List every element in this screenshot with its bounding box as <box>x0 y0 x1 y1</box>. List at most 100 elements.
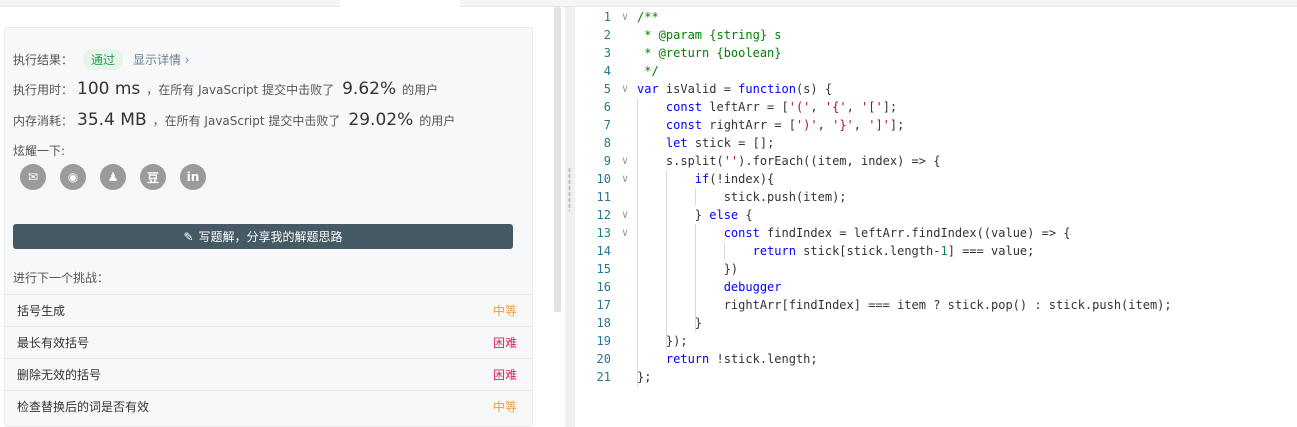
result-label: 执行结果： <box>13 53 74 67</box>
code-line[interactable]: 14 return stick[stick.length-1] === valu… <box>575 242 1297 260</box>
line-number: 3 <box>603 46 611 60</box>
weibo-icon[interactable]: ◉ <box>60 164 86 190</box>
write-solution-button[interactable]: ✎ 写题解，分享我的解题思路 <box>13 224 513 249</box>
code-text: const findIndex = leftArr.findIndex((val… <box>723 226 1071 240</box>
runtime-beat-text: ，在所有 JavaScript 提交中击败了 <box>146 83 335 97</box>
challenge-title: 最长有效括号 <box>17 336 90 350</box>
list-item[interactable]: 删除无效的括号 困难 <box>4 358 533 390</box>
line-number: 1 <box>603 10 611 24</box>
line-number: 21 <box>596 370 611 384</box>
fold-chevron-icon[interactable]: ∨ <box>619 206 631 224</box>
memory-row: 内存消耗： 35.4 MB ，在所有 JavaScript 提交中击败了 29.… <box>13 110 455 130</box>
code-line[interactable]: 7 const rightArr = [')', '}', ']']; <box>575 116 1297 134</box>
code-line[interactable]: 15 }) <box>575 260 1297 278</box>
code-text: rightArr[findIndex] === item ? stick.pop… <box>637 298 1172 312</box>
qq-icon[interactable]: ♟ <box>100 164 126 190</box>
difficulty-badge: 困难 <box>492 368 517 382</box>
code-line[interactable]: 16 debugger <box>575 278 1297 296</box>
challenge-title: 括号生成 <box>17 304 66 318</box>
code-text: var isValid = function(s) { <box>637 82 833 96</box>
memory-value: 35.4 MB <box>77 110 147 130</box>
submission-result-panel: 执行结果： 通过 显示详情 › 执行用时： 100 ms ，在所有 JavaSc… <box>0 7 565 427</box>
code-text: const rightArr = [')', '}', ']']; <box>665 118 905 132</box>
runtime-value: 100 ms <box>77 79 141 99</box>
code-line[interactable]: 6 const leftArr = ['(', '{', '[']; <box>575 98 1297 116</box>
code-line[interactable]: 5 ∨ var isValid = function(s) { <box>575 80 1297 98</box>
code-text: * @return {boolean} <box>637 46 782 60</box>
code-line[interactable]: 18 } <box>575 314 1297 332</box>
list-item[interactable]: 括号生成 中等 <box>4 294 533 326</box>
wechat-icon[interactable]: ✉ <box>20 164 46 190</box>
fold-chevron-icon[interactable]: ∨ <box>619 8 631 26</box>
line-number: 5 <box>603 82 611 96</box>
code-line[interactable]: 20 return !stick.length; <box>575 350 1297 368</box>
code-text: } else { <box>637 208 753 222</box>
line-number: 14 <box>596 244 611 258</box>
code-line[interactable]: 17 rightArr[findIndex] === item ? stick.… <box>575 296 1297 314</box>
code-text: } <box>637 316 703 330</box>
line-number: 19 <box>596 334 611 348</box>
memory-label: 内存消耗： <box>13 114 74 128</box>
code-line[interactable]: 9 ∨ s.split('').forEach((item, index) => … <box>575 152 1297 170</box>
runtime-percent: 9.62% <box>342 79 397 99</box>
result-row: 执行结果： 通过 显示详情 › <box>13 49 190 70</box>
line-number: 17 <box>596 298 611 312</box>
code-text: * @param {string} s <box>637 28 782 42</box>
next-challenge-header: 进行下一个挑战： <box>13 271 110 285</box>
code-text: }; <box>637 370 652 384</box>
line-number: 12 <box>596 208 611 222</box>
difficulty-badge: 困难 <box>492 336 517 350</box>
code-line[interactable]: 11 stick.push(item); <box>575 188 1297 206</box>
code-line[interactable]: 10 ∨ if(!index){ <box>575 170 1297 188</box>
code-line[interactable]: 21}; <box>575 368 1297 386</box>
status-badge: 通过 <box>83 49 124 70</box>
code-text: s.split('').forEach((item, index) => { <box>637 154 941 168</box>
code-line[interactable]: 1 ∨ /** <box>575 8 1297 26</box>
code-text: if(!index){ <box>694 172 775 186</box>
code-line[interactable]: 13 ∨ const findIndex = leftArr.findIndex(… <box>575 224 1297 242</box>
list-item[interactable]: 检查替换后的词是否有效 中等 <box>4 390 533 422</box>
challenge-title: 检查替换后的词是否有效 <box>17 400 150 414</box>
fold-chevron-icon[interactable]: ∨ <box>619 224 631 242</box>
pencil-icon: ✎ <box>183 229 194 244</box>
code-editor[interactable]: 1 ∨/** 2 * @param {string} s3 * @return {b… <box>575 7 1297 427</box>
line-number: 2 <box>603 28 611 42</box>
fold-chevron-icon[interactable]: ∨ <box>619 152 631 170</box>
code-text: const leftArr = ['(', '{', '[']; <box>665 100 898 114</box>
code-line[interactable]: 3 * @return {boolean} <box>575 44 1297 62</box>
douban-icon[interactable]: 豆 <box>140 164 166 190</box>
active-tab[interactable] <box>340 0 460 7</box>
code-text: */ <box>637 64 659 78</box>
code-text: }); <box>637 334 688 348</box>
difficulty-badge: 中等 <box>492 400 517 414</box>
share-label: 炫耀一下: <box>13 144 66 158</box>
code-line[interactable]: 19 }); <box>575 332 1297 350</box>
code-text: stick.push(item); <box>637 190 847 204</box>
memory-beat-text: ，在所有 JavaScript 提交中击败了 <box>152 114 341 128</box>
code-line[interactable]: 2 * @param {string} s <box>575 26 1297 44</box>
code-line[interactable]: 8 let stick = []; <box>575 134 1297 152</box>
drag-handle-icon[interactable] <box>568 167 571 211</box>
fold-chevron-icon[interactable]: ∨ <box>619 80 631 98</box>
line-number: 20 <box>596 352 611 366</box>
line-number: 6 <box>603 100 611 114</box>
code-text: return stick[stick.length-1] === value; <box>752 244 1035 258</box>
line-number: 9 <box>603 154 611 168</box>
code-line[interactable]: 4 */ <box>575 62 1297 80</box>
line-number: 10 <box>596 172 611 186</box>
show-details-link[interactable]: 显示详情 › <box>133 51 190 68</box>
line-number: 13 <box>596 226 611 240</box>
difficulty-badge: 中等 <box>492 304 517 318</box>
fold-chevron-icon[interactable]: ∨ <box>619 170 631 188</box>
linkedin-icon[interactable]: in <box>180 164 206 190</box>
memory-percent: 29.02% <box>348 110 414 130</box>
memory-suffix: 的用户 <box>419 114 456 128</box>
left-scrollbar[interactable] <box>554 7 561 312</box>
runtime-suffix: 的用户 <box>402 83 439 97</box>
panel-splitter[interactable] <box>565 7 575 427</box>
challenge-title: 删除无效的括号 <box>17 368 102 382</box>
share-buttons: ✉ ◉ ♟ 豆 in <box>20 164 206 190</box>
code-line[interactable]: 12 ∨ } else { <box>575 206 1297 224</box>
code-text: let stick = []; <box>665 136 775 150</box>
list-item[interactable]: 最长有效括号 困难 <box>4 326 533 358</box>
